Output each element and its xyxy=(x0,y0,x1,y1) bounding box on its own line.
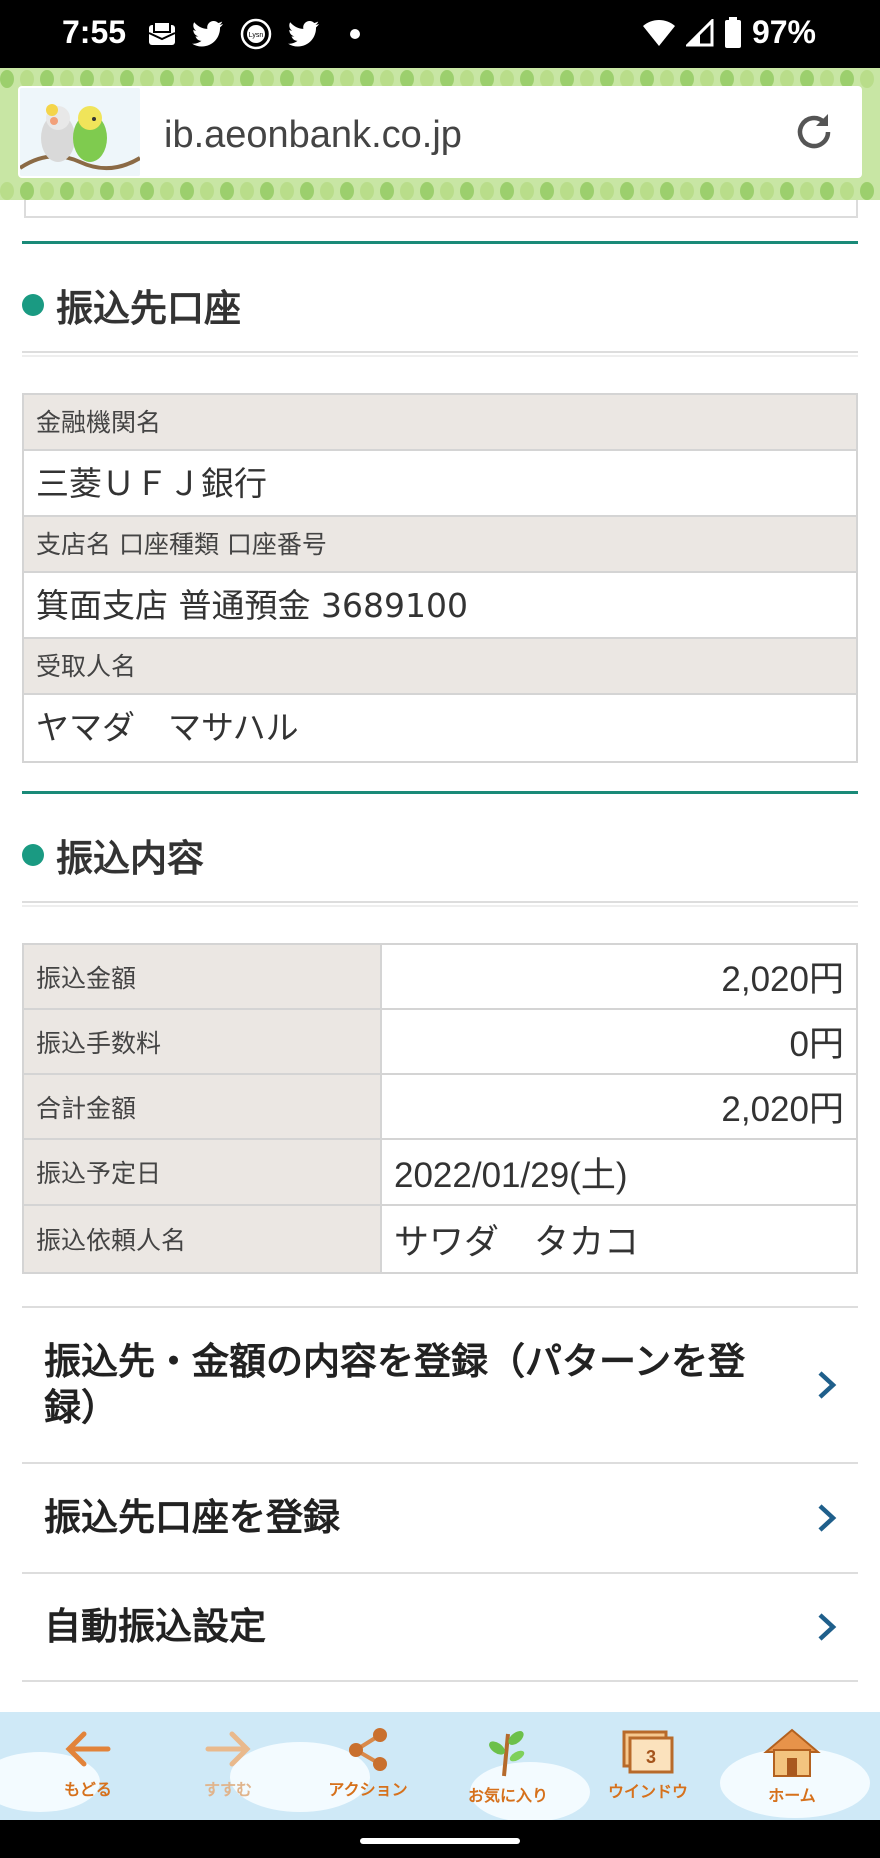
back-arrow-icon xyxy=(65,1731,111,1767)
wifi-icon xyxy=(642,19,675,46)
payee-table: 金融機関名 三菱ＵＦＪ銀行 支店名 口座種類 口座番号 箕面支店 普通預金 36… xyxy=(22,393,858,763)
twitter-icon xyxy=(192,21,223,47)
leaf-pattern-bottom xyxy=(0,182,880,200)
toolbar-label: すすむ xyxy=(203,1780,252,1799)
chevron-right-icon xyxy=(818,1371,837,1399)
window-count-badge: 3 xyxy=(646,1747,656,1767)
transfer-table: 振込金額 2,020円 振込手数料 0円 合計金額 2,020円 振込予定日 2… xyxy=(22,943,858,1274)
forward-button[interactable]: すすむ xyxy=(158,1712,298,1820)
mail-icon xyxy=(148,21,176,45)
sprout-icon xyxy=(489,1731,525,1777)
battery-icon xyxy=(724,16,741,48)
chevron-right-icon xyxy=(818,1613,837,1641)
fee-value: 0円 xyxy=(789,1025,844,1064)
lysn-icon: Lysn xyxy=(240,18,272,50)
notification-icons: Lysn xyxy=(148,18,362,50)
requester-label: 振込依頼人名 xyxy=(24,1206,382,1272)
home-button[interactable]: ホーム xyxy=(722,1712,862,1820)
toolbar-label: ホーム xyxy=(768,1786,816,1805)
table-row: 振込金額 2,020円 xyxy=(24,945,856,1010)
link-label: 振込先・金額の内容を登録（パターンを登録） xyxy=(44,1340,746,1429)
system-nav-bar xyxy=(0,1820,880,1858)
toolbar-label: ウインドウ xyxy=(607,1782,688,1801)
branch-account-value: 箕面支店 普通預金 3689100 xyxy=(24,573,856,639)
dot-icon xyxy=(350,29,360,39)
bank-name-value: 三菱ＵＦＪ銀行 xyxy=(24,451,856,517)
toolbar-label: アクション xyxy=(328,1780,408,1799)
url-text: ib.aeonbank.co.jp xyxy=(164,114,462,156)
url-bar[interactable]: ib.aeonbank.co.jp xyxy=(18,86,862,178)
table-row: 合計金額 2,020円 xyxy=(24,1075,856,1140)
status-time: 7:55 xyxy=(62,14,127,50)
auto-transfer-link[interactable]: 自動振込設定 xyxy=(22,1572,858,1682)
section-rule xyxy=(22,241,858,244)
previous-table-edge xyxy=(24,200,858,218)
amount-value: 2,020円 xyxy=(721,960,844,999)
requester-value: サワダ タカコ xyxy=(394,1222,640,1262)
action-button[interactable]: アクション xyxy=(298,1712,438,1820)
house-icon xyxy=(763,1728,821,1777)
fee-label: 振込手数料 xyxy=(24,1010,382,1073)
divider xyxy=(22,901,858,907)
amount-label: 振込金額 xyxy=(24,945,382,1008)
branch-account-label: 支店名 口座種類 口座番号 xyxy=(24,517,856,573)
table-row: 振込予定日 2022/01/29(土) xyxy=(24,1140,856,1206)
back-button[interactable]: もどる xyxy=(18,1712,158,1820)
home-gesture-handle[interactable] xyxy=(360,1838,520,1844)
recipient-label: 受取人名 xyxy=(24,639,856,695)
system-indicators: 97% xyxy=(642,14,816,51)
register-payee-link[interactable]: 振込先口座を登録 xyxy=(22,1462,858,1572)
total-label: 合計金額 xyxy=(24,1075,382,1138)
section-title-text: 振込内容 xyxy=(56,837,204,880)
register-pattern-link[interactable]: 振込先・金額の内容を登録（パターンを登録） xyxy=(22,1306,858,1462)
scheduled-date-value: 2022/01/29(土) xyxy=(394,1155,628,1195)
browser-header: ib.aeonbank.co.jp xyxy=(0,68,880,200)
window-button[interactable]: 3 ウインドウ xyxy=(578,1712,718,1820)
bank-name-label: 金融機関名 xyxy=(24,395,856,451)
section-rule xyxy=(22,791,858,794)
twitter-icon xyxy=(288,21,319,47)
bird-theme-image xyxy=(20,88,140,176)
link-label: 振込先口座を登録 xyxy=(44,1496,340,1539)
chevron-right-icon xyxy=(818,1504,837,1532)
window-icon: 3 xyxy=(622,1730,674,1774)
table-row: 振込手数料 0円 xyxy=(24,1010,856,1075)
toolbar-label: お気に入り xyxy=(467,1786,548,1805)
reload-icon[interactable] xyxy=(790,108,838,156)
forward-arrow-icon xyxy=(205,1731,251,1767)
share-icon xyxy=(349,1728,387,1771)
status-bar: 7:55 Lysn 97% xyxy=(0,0,880,68)
section-title-payee: 振込先口座 xyxy=(22,278,241,332)
svg-text:Lysn: Lysn xyxy=(249,32,264,39)
leaf-pattern-top xyxy=(0,70,880,88)
browser-toolbar: もどる すすむ アクション お気に入り 3 ウインドウ ホーム xyxy=(0,1712,880,1820)
recipient-value: ヤマダ マサハル xyxy=(24,695,856,761)
link-label: 自動振込設定 xyxy=(44,1605,266,1648)
section-title-text: 振込先口座 xyxy=(56,287,241,330)
toolbar-label: もどる xyxy=(64,1780,112,1799)
scheduled-date-label: 振込予定日 xyxy=(24,1140,382,1204)
table-row: 振込依頼人名 サワダ タカコ xyxy=(24,1206,856,1272)
favorites-button[interactable]: お気に入り xyxy=(438,1712,578,1820)
battery-percent: 97% xyxy=(751,14,816,50)
page-content: 振込先口座 金融機関名 三菱ＵＦＪ銀行 支店名 口座種類 口座番号 箕面支店 普… xyxy=(0,200,880,1712)
bullet-icon xyxy=(22,294,44,316)
bullet-icon xyxy=(22,844,44,866)
divider xyxy=(22,351,858,357)
signal-icon xyxy=(685,18,714,46)
section-title-transfer: 振込内容 xyxy=(22,828,204,882)
action-links: 振込先・金額の内容を登録（パターンを登録） 振込先口座を登録 自動振込設定 xyxy=(22,1306,858,1682)
total-value: 2,020円 xyxy=(721,1090,844,1129)
